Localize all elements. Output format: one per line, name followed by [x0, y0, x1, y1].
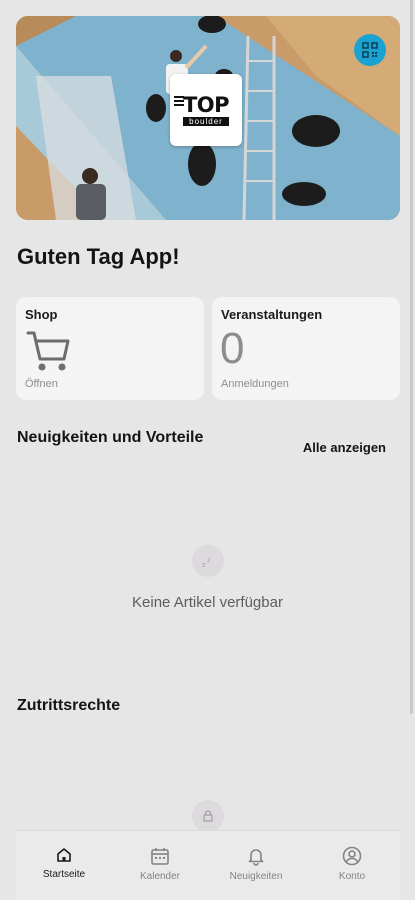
lock-icon — [203, 810, 213, 822]
shop-card[interactable]: Shop Öffnen — [16, 297, 204, 400]
greeting-title: Guten Tag App! — [17, 244, 180, 269]
home-icon — [57, 848, 71, 862]
qr-code-button[interactable] — [354, 34, 386, 66]
access-rights-title: Zutrittsrechte — [17, 697, 121, 714]
shopping-cart-icon — [26, 331, 70, 371]
nav-account[interactable]: Konto — [304, 831, 400, 900]
calendar-icon — [151, 848, 169, 865]
nav-home[interactable]: Startseite — [16, 831, 112, 900]
events-card[interactable]: Veranstaltungen 0 Anmeldungen — [212, 297, 400, 400]
events-card-subtitle: Anmeldungen — [221, 378, 289, 390]
top-boulder-logo: TOP boulder — [170, 74, 242, 146]
events-card-title: Veranstaltungen — [221, 307, 323, 322]
nav-news-label: Neuigkeiten — [229, 871, 283, 882]
nav-news[interactable]: Neuigkeiten — [208, 831, 304, 900]
show-all-news-link[interactable]: Alle anzeigen — [303, 440, 386, 455]
qr-code-icon — [362, 42, 378, 58]
shop-card-subtitle: Öffnen — [25, 378, 58, 390]
logo-subtext: boulder — [183, 116, 229, 126]
logo-text: TOP — [182, 92, 230, 117]
logo-stripes — [174, 96, 184, 108]
nav-home-label: Startseite — [42, 869, 86, 880]
svg-text:z: z — [202, 561, 206, 569]
svg-text:z: z — [207, 557, 210, 564]
access-rights-badge — [192, 800, 224, 832]
bottom-navigation: Startseite Kalender Neuigkeiten Konto — [16, 830, 400, 900]
news-section-title: Neuigkeiten und Vorteile — [17, 429, 204, 446]
nav-account-label: Konto — [338, 871, 366, 882]
news-empty-text: Keine Artikel verfügbar — [132, 594, 283, 611]
nav-calendar-label: Kalender — [139, 871, 181, 882]
nav-calendar[interactable]: Kalender — [112, 831, 208, 900]
account-icon — [342, 846, 362, 866]
bell-icon — [248, 849, 264, 866]
events-count: 0 — [220, 324, 245, 373]
sleep-icon: z z — [202, 557, 210, 569]
page-scrollbar[interactable] — [410, 0, 413, 714]
app-root: TOP boulder Guten Tag App! Shop Öffnen V… — [0, 0, 415, 900]
news-empty-badge: z z — [192, 545, 224, 577]
shop-card-title: Shop — [25, 307, 58, 322]
hero-banner: TOP boulder — [16, 16, 400, 220]
